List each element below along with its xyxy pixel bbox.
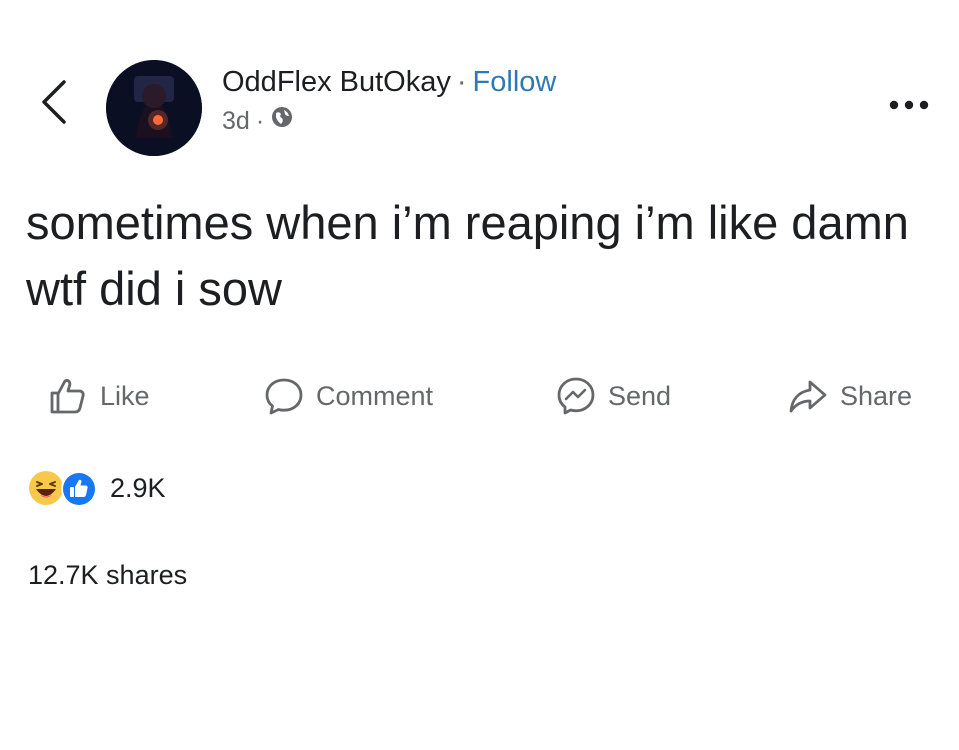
globe-icon xyxy=(270,104,294,138)
post-text: sometimes when i’m reaping i’m like damn… xyxy=(26,196,909,315)
post-header: OddFlex ButOkay · Follow 3d · xyxy=(222,62,556,138)
reaction-summary[interactable]: 2.9K xyxy=(28,466,166,510)
profile-avatar xyxy=(106,60,202,156)
share-button[interactable]: Share xyxy=(786,368,912,424)
share-arrow-icon xyxy=(789,380,827,413)
chevron-left-icon xyxy=(40,78,68,131)
messenger-icon xyxy=(557,377,595,415)
meta-separator: · xyxy=(255,107,265,135)
send-button[interactable]: Send xyxy=(554,368,671,424)
like-reaction-icon xyxy=(61,471,97,507)
back-button[interactable] xyxy=(32,76,76,132)
post-meta: 3d · xyxy=(222,104,556,138)
thumbs-up-icon xyxy=(50,379,85,414)
avatar[interactable] xyxy=(106,60,202,156)
more-options-button[interactable] xyxy=(881,92,937,120)
reaction-count: 2.9K xyxy=(110,472,166,503)
timestamp: 3d xyxy=(222,107,250,135)
haha-reaction-icon xyxy=(29,471,63,505)
author-name[interactable]: OddFlex ButOkay xyxy=(222,62,451,102)
share-count[interactable]: 12.7K shares xyxy=(28,560,187,591)
separator-dot: · xyxy=(456,66,467,98)
like-label: Like xyxy=(100,380,150,411)
comment-button[interactable]: Comment xyxy=(262,368,433,424)
share-label: Share xyxy=(840,380,913,411)
follow-button[interactable]: Follow xyxy=(473,62,557,102)
ellipsis-icon xyxy=(889,97,929,115)
reaction-icons xyxy=(28,468,98,508)
author-line: OddFlex ButOkay · Follow xyxy=(222,62,556,102)
send-label: Send xyxy=(608,380,672,411)
like-button[interactable]: Like xyxy=(46,368,150,424)
action-bar: Like Comment Send Share xyxy=(46,368,936,424)
comment-label: Comment xyxy=(316,380,434,411)
comment-bubble-icon xyxy=(265,378,303,415)
